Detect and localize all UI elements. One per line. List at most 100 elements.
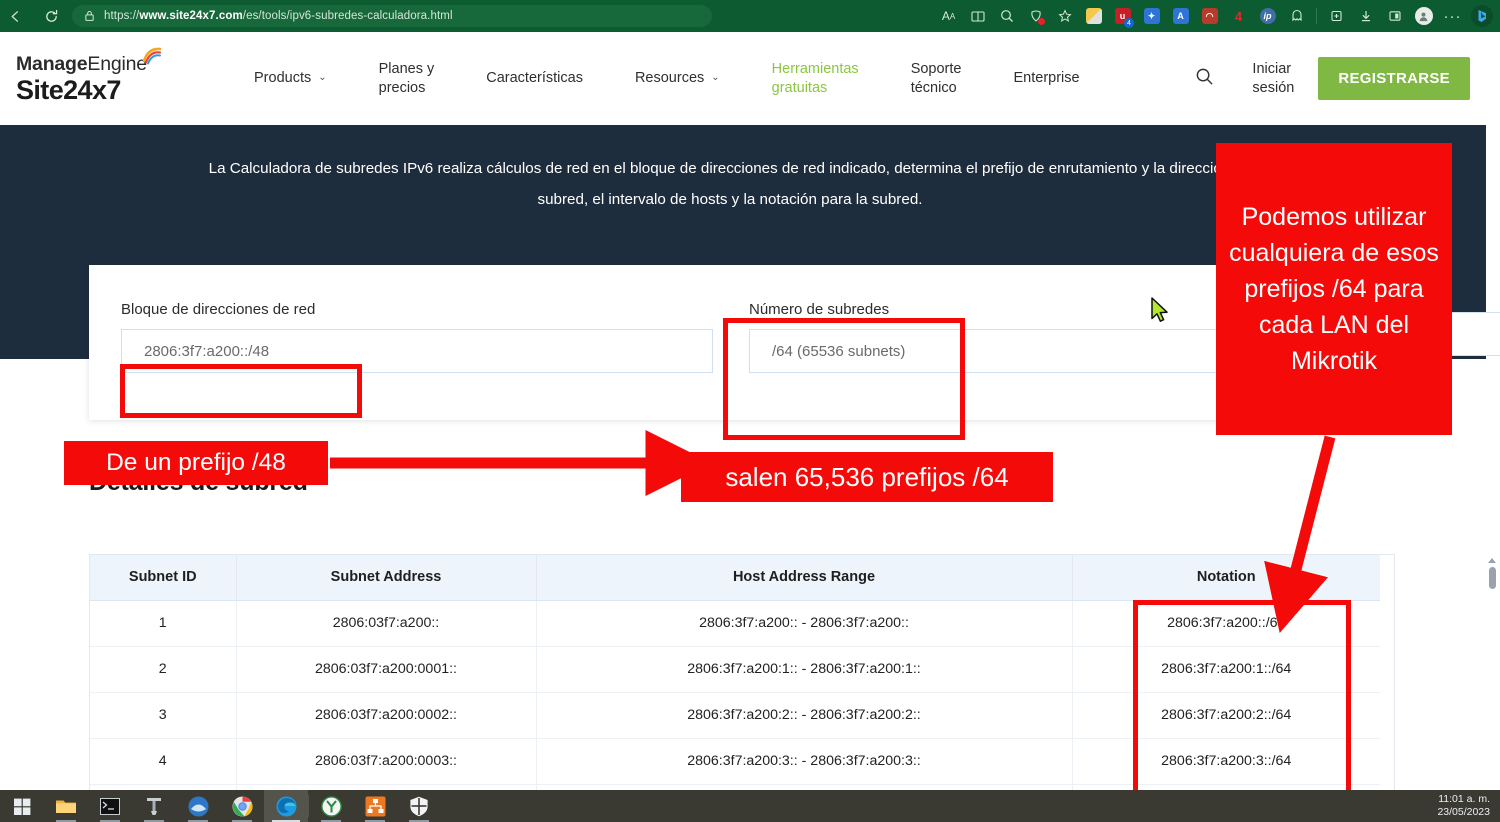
annotation-prefix-48: De un prefijo /48 — [64, 441, 328, 485]
tool-icon[interactable] — [132, 790, 176, 822]
table-head: Subnet ID Subnet Address Host Address Ra… — [90, 555, 1380, 600]
lock-icon — [82, 9, 96, 23]
back-arrow-icon[interactable] — [0, 1, 30, 31]
nav-item-enterprise[interactable]: Enterprise — [1013, 69, 1079, 87]
extension-ghost-icon[interactable] — [1284, 3, 1309, 29]
add-favorite-icon[interactable] — [1052, 3, 1077, 29]
chevron-down-icon: ⌄ — [711, 72, 719, 85]
mouse-cursor-icon — [1150, 297, 1172, 327]
manageengine-swoosh-icon — [141, 45, 163, 65]
nav-label: Products — [254, 69, 311, 87]
site-logo[interactable]: ManageEngine Site24x7 — [16, 53, 216, 104]
search-icon[interactable] — [1195, 67, 1214, 91]
cell-subnet-address: 2806:03f7:a200:0001:: — [236, 646, 536, 692]
address-bar[interactable]: https://www.site24x7.com/es/tools/ipv6-s… — [72, 5, 712, 27]
cell-host-range: 2806:3f7:a200:2:: - 2806:3f7:a200:2:: — [536, 692, 1072, 738]
field-label: Bloque de direcciones de red — [121, 301, 713, 318]
cell-subnet-id: 2 — [90, 646, 236, 692]
cell-subnet-id: 4 — [90, 738, 236, 784]
clock-time: 11:01 a. m. — [1437, 793, 1490, 806]
highlight-notation-column — [1133, 600, 1351, 790]
cell-subnet-id: 1 — [90, 600, 236, 646]
nav-label: Herramientas gratuitas — [772, 60, 859, 96]
highlight-number-of-subnets-field — [723, 318, 965, 440]
chrome-icon[interactable] — [220, 790, 264, 822]
nav-label: Resources — [635, 69, 704, 87]
header-actions: Iniciar sesión REGISTRARSE — [1195, 57, 1486, 100]
nav-item-products[interactable]: Products ⌄ — [254, 69, 327, 87]
winbox-icon[interactable] — [176, 790, 220, 822]
address-bar-url: https://www.site24x7.com/es/tools/ipv6-s… — [104, 10, 453, 22]
cell-subnet-address: 2806:03f7:a200:0002:: — [236, 692, 536, 738]
manageengine-wordmark: ManageEngine — [16, 53, 147, 76]
site24x7-wordmark: Site24x7 — [16, 76, 216, 104]
extension-red4-icon[interactable]: 4 — [1226, 3, 1251, 29]
split-screen-icon[interactable] — [1382, 3, 1407, 29]
browser-toolbar: https://www.site24x7.com/es/tools/ipv6-s… — [0, 0, 1500, 32]
column-header-subnet-id[interactable]: Subnet ID — [90, 555, 236, 600]
nav-item-resources[interactable]: Resources ⌄ — [635, 69, 720, 87]
highlight-network-block-input — [120, 364, 362, 418]
cell-subnet-id: 3 — [90, 692, 236, 738]
taskbar-clock[interactable]: 11:01 a. m. 23/05/2023 — [1437, 793, 1500, 819]
annotation-result-65536: salen 65,536 prefijos /64 — [681, 452, 1053, 502]
extension-blue-icon[interactable]: ✦ — [1139, 3, 1164, 29]
field-network-block: Bloque de direcciones de red 2806:3f7:a2… — [121, 301, 713, 373]
scroll-up-arrow-icon[interactable] — [1488, 558, 1496, 563]
table-header-row: Subnet ID Subnet Address Host Address Ra… — [90, 555, 1380, 600]
hero-description: La Calculadora de subredes IPv6 realiza … — [200, 153, 1260, 215]
cell-subnet-address: 2806:03f7:a200:: — [236, 600, 536, 646]
read-aloud-icon[interactable]: AA — [936, 3, 961, 29]
nav-item-caracteristicas[interactable]: Características — [486, 69, 583, 87]
nav-label: Soporte técnico — [911, 60, 962, 96]
web-page: ManageEngine Site24x7 Products ⌄ — [0, 32, 1500, 790]
extension-ip-icon[interactable]: ip — [1255, 3, 1280, 29]
immersive-reader-icon[interactable] — [965, 3, 990, 29]
nav-label: Planes y precios — [379, 60, 435, 96]
putty-icon[interactable] — [309, 790, 353, 822]
bing-copilot-icon[interactable] — [1469, 3, 1494, 29]
cell-host-range: 2806:3f7:a200:1:: - 2806:3f7:a200:1:: — [536, 646, 1072, 692]
cell-host-range: 2806:3f7:a200:: - 2806:3f7:a200:: — [536, 600, 1072, 646]
settings-more-icon[interactable]: ··· — [1440, 3, 1465, 29]
browser-essentials-icon[interactable] — [1023, 3, 1048, 29]
refresh-icon[interactable] — [36, 1, 66, 31]
site-header: ManageEngine Site24x7 Products ⌄ — [0, 32, 1486, 125]
screen: https://www.site24x7.com/es/tools/ipv6-s… — [0, 0, 1500, 822]
toolbar-divider — [1316, 8, 1317, 24]
nav-item-soporte-tecnico[interactable]: Soporte técnico — [911, 60, 962, 96]
profile-avatar-icon[interactable] — [1411, 3, 1436, 29]
zoom-icon[interactable] — [994, 3, 1019, 29]
windows-start-icon[interactable] — [0, 790, 44, 822]
extension-ublock-icon[interactable]: u4 — [1110, 3, 1135, 29]
security-shield-icon[interactable] — [397, 790, 441, 822]
extension-shield-icon[interactable] — [1081, 3, 1106, 29]
downloads-icon[interactable] — [1353, 3, 1378, 29]
extension-translate-icon[interactable]: A — [1168, 3, 1193, 29]
table-scrollbar[interactable] — [1486, 556, 1498, 790]
clock-date: 23/05/2023 — [1437, 806, 1490, 819]
signup-button[interactable]: REGISTRARSE — [1318, 57, 1470, 100]
chevron-down-icon: ⌄ — [318, 72, 326, 85]
nav-label: Enterprise — [1013, 69, 1079, 87]
cell-host-range: 2806:3f7:a200:3:: - 2806:3f7:a200:3:: — [536, 738, 1072, 784]
terminal-icon[interactable] — [88, 790, 132, 822]
nav-label: Características — [486, 69, 583, 87]
column-header-subnet-address[interactable]: Subnet Address — [236, 555, 536, 600]
nav-item-planes-y-precios[interactable]: Planes y precios — [379, 60, 435, 96]
browser-toolbar-icons: AA u4 ✦ A ◠ 4 ip — [934, 0, 1500, 32]
windows-taskbar: 11:01 a. m. 23/05/2023 — [0, 790, 1500, 822]
file-explorer-icon[interactable] — [44, 790, 88, 822]
cell-subnet-address: 2806:03f7:a200:0003:: — [236, 738, 536, 784]
network-diagram-icon[interactable] — [353, 790, 397, 822]
annotation-right-note: Podemos utilizar cualquiera de esos pref… — [1216, 143, 1452, 435]
column-header-notation[interactable]: Notation — [1072, 555, 1380, 600]
extension-glasses-icon[interactable]: ◠ — [1197, 3, 1222, 29]
main-navigation: Products ⌄ Planes y precios Característi… — [254, 60, 1132, 96]
column-header-host-address-range[interactable]: Host Address Range — [536, 555, 1072, 600]
collections-icon[interactable] — [1324, 3, 1349, 29]
edge-icon[interactable] — [264, 790, 308, 822]
nav-item-herramientas-gratuitas[interactable]: Herramientas gratuitas — [772, 60, 859, 96]
scrollbar-thumb[interactable] — [1489, 567, 1496, 589]
login-link[interactable]: Iniciar sesión — [1252, 60, 1294, 96]
